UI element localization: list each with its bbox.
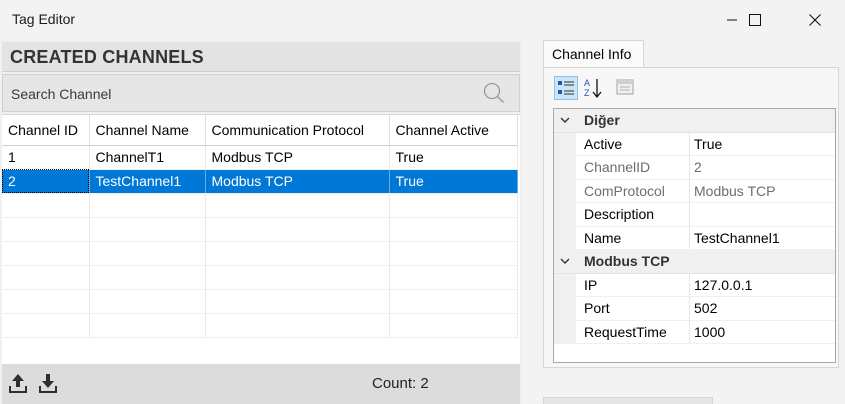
cell-channel-name: TestChannel1 — [89, 169, 206, 194]
table-row-selected[interactable]: 2 TestChannel1 Modbus TCP True — [2, 169, 518, 194]
window-title: Tag Editor — [12, 11, 76, 27]
property-name: Port — [584, 300, 610, 316]
property-row[interactable]: Active True — [554, 132, 835, 156]
empty-row — [2, 241, 518, 266]
table-header-row: Channel ID Channel Name Communication Pr… — [2, 115, 518, 146]
alphabetical-sort-icon: A Z — [584, 78, 602, 99]
svg-text:A: A — [584, 78, 590, 88]
tab-channel-info[interactable]: Channel Info — [543, 40, 644, 68]
info-panel: Channel Info A Z Diğer Active True Chann… — [526, 40, 845, 404]
empty-row — [2, 313, 518, 338]
table-row[interactable]: 1 ChannelT1 Modbus TCP True — [2, 145, 518, 170]
alphabetical-button[interactable]: A Z — [582, 76, 606, 100]
categorized-icon — [558, 81, 574, 95]
property-value: 2 — [694, 159, 702, 175]
chevron-down-icon[interactable] — [558, 254, 572, 268]
maximize-button[interactable] — [732, 0, 778, 40]
channel-count: Count: 2 — [372, 375, 429, 392]
property-name: Active — [584, 135, 623, 152]
property-name: ChannelID — [584, 159, 651, 175]
panel-header: CREATED CHANNELS — [2, 42, 520, 72]
channels-panel: CREATED CHANNELS Channel ID Channel Name… — [0, 40, 522, 404]
property-name: ComProtocol — [584, 182, 665, 199]
column-header-channel-name[interactable]: Channel Name — [89, 115, 206, 146]
column-header-channel-id[interactable]: Channel ID — [2, 115, 90, 146]
property-name: Description — [584, 206, 655, 222]
property-value: Modbus TCP — [694, 182, 776, 199]
column-header-protocol[interactable]: Communication Protocol — [205, 115, 390, 146]
property-value[interactable]: 1000 — [694, 324, 725, 340]
empty-row — [2, 289, 518, 314]
cell-protocol: Modbus TCP — [205, 145, 390, 170]
search-icon[interactable] — [483, 82, 505, 104]
property-name: Name — [584, 229, 622, 246]
category-diger[interactable]: Diğer — [554, 109, 835, 133]
property-row[interactable]: Name TestChannel1 — [554, 226, 835, 250]
empty-row — [2, 217, 518, 242]
search-input[interactable] — [11, 83, 451, 105]
property-name: RequestTime — [584, 323, 667, 340]
panel-title: CREATED CHANNELS — [10, 47, 204, 67]
property-name: IP — [584, 276, 598, 293]
cell-active: True — [389, 145, 518, 170]
column-header-active[interactable]: Channel Active — [389, 115, 518, 146]
property-value[interactable]: 502 — [694, 300, 717, 316]
categorized-button[interactable] — [554, 76, 578, 100]
property-value[interactable]: True — [694, 136, 722, 152]
grid-footer: Count: 2 — [2, 364, 520, 404]
property-grid-toolbar: A Z — [554, 76, 654, 102]
property-row[interactable]: ComProtocol Modbus TCP — [554, 179, 835, 203]
channel-info-pane: A Z Diğer Active True ChannelID 2 ComPro… — [543, 67, 839, 368]
property-grid: Diğer Active True ChannelID 2 ComProtoco… — [553, 108, 836, 363]
svg-text:Z: Z — [584, 88, 590, 98]
property-row[interactable]: RequestTime 1000 — [554, 320, 835, 344]
chevron-down-icon[interactable] — [558, 113, 572, 127]
cell-active: True — [389, 169, 518, 194]
close-button[interactable] — [792, 0, 838, 40]
bottom-tab-strip[interactable] — [543, 397, 713, 404]
upload-icon[interactable] — [8, 372, 28, 394]
cell-channel-id: 1 — [2, 145, 90, 170]
channels-grid: Channel ID Channel Name Communication Pr… — [2, 114, 520, 364]
title-bar: Tag Editor — [0, 0, 845, 40]
empty-row — [2, 265, 518, 290]
download-icon[interactable] — [38, 372, 58, 394]
property-row[interactable]: IP 127.0.0.1 — [554, 273, 835, 297]
property-row[interactable]: ChannelID 2 — [554, 156, 835, 180]
property-pages-button[interactable] — [614, 76, 638, 100]
cell-channel-name: ChannelT1 — [89, 145, 206, 170]
cell-channel-id: 2 — [2, 169, 90, 194]
cell-protocol: Modbus TCP — [205, 169, 390, 194]
close-icon — [809, 14, 821, 26]
search-bar — [2, 74, 520, 112]
property-value[interactable]: TestChannel1 — [694, 230, 780, 246]
maximize-icon — [749, 14, 761, 26]
property-pages-icon — [616, 79, 634, 95]
category-modbus-tcp[interactable]: Modbus TCP — [554, 250, 835, 274]
property-value[interactable]: 127.0.0.1 — [694, 277, 752, 293]
property-row[interactable]: Port 502 — [554, 297, 835, 321]
channels-table: Channel ID Channel Name Communication Pr… — [2, 115, 518, 338]
empty-row — [2, 193, 518, 218]
property-row[interactable]: Description — [554, 203, 835, 227]
